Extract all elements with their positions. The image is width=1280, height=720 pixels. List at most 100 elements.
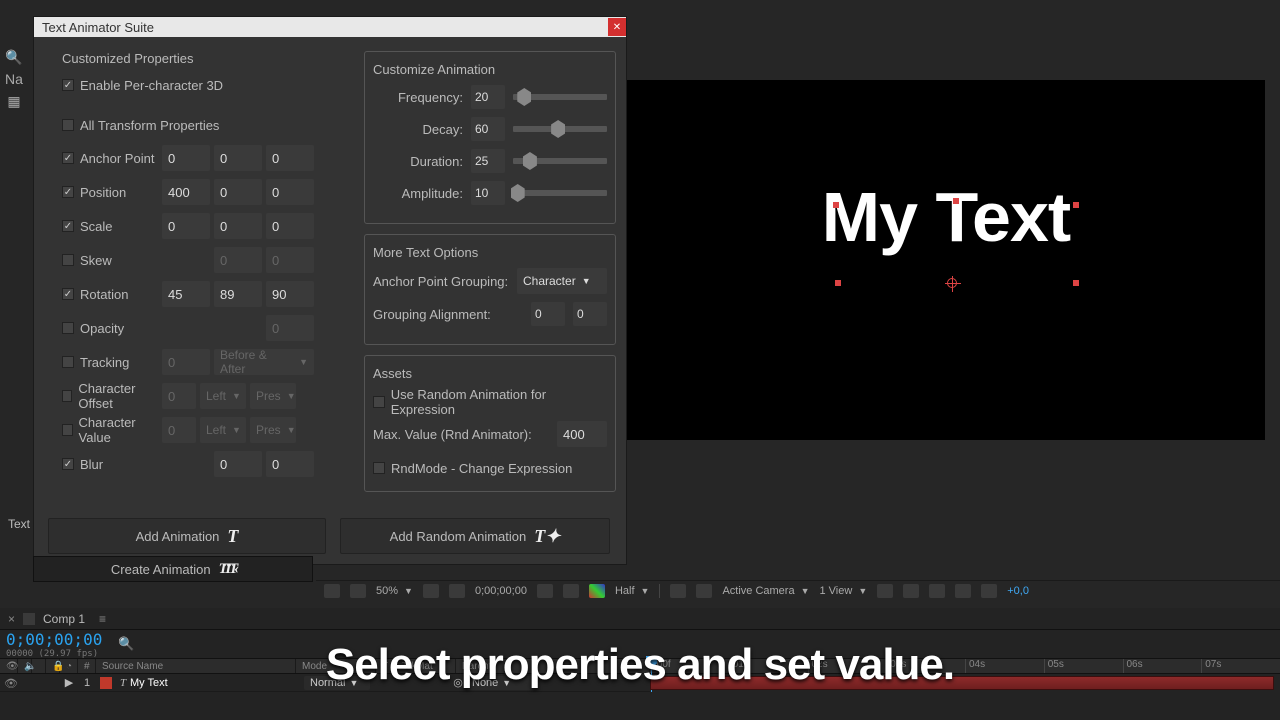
mask-icon[interactable] xyxy=(449,584,465,598)
prop-skew-row: Skew xyxy=(62,246,352,274)
tab-lock-icon[interactable] xyxy=(23,613,35,625)
audio-col-icon: 🔈 xyxy=(18,659,32,673)
charval-sel1[interactable]: Left▼ xyxy=(200,417,246,443)
snapshot-icon[interactable] xyxy=(537,584,553,598)
views-select[interactable]: 1 View▼ xyxy=(820,585,868,597)
amplitude-input[interactable] xyxy=(471,181,505,205)
anchor-y[interactable] xyxy=(214,145,262,171)
tracking-v[interactable] xyxy=(162,349,210,375)
blur-checkbox[interactable] xyxy=(62,458,74,470)
position-checkbox[interactable] xyxy=(62,186,74,198)
eye-icon[interactable]: 👁 xyxy=(4,677,18,689)
alpha-icon[interactable] xyxy=(324,584,340,598)
add-animation-button[interactable]: Add AnimationT xyxy=(48,518,326,554)
twirl-icon[interactable]: ▶ xyxy=(60,676,78,689)
maxval-input[interactable] xyxy=(557,421,607,447)
grouping-align-x[interactable] xyxy=(531,302,565,326)
customized-properties-title: Customized Properties xyxy=(62,51,352,66)
ruler-tick: 06s xyxy=(1123,659,1202,673)
scale-z[interactable] xyxy=(266,213,314,239)
anchor-z[interactable] xyxy=(266,145,314,171)
charval-checkbox[interactable] xyxy=(62,424,73,436)
close-button[interactable]: ✕ xyxy=(608,18,626,36)
display-icon[interactable] xyxy=(350,584,366,598)
duration-slider[interactable] xyxy=(513,158,607,164)
viewer-timecode[interactable]: 0;00;00;00 xyxy=(475,585,527,597)
add-random-animation-button[interactable]: Add Random AnimationT✦ xyxy=(340,518,610,554)
pixel-aspect-icon[interactable] xyxy=(903,584,919,598)
decay-slider[interactable] xyxy=(513,126,607,132)
text-t-icon: T xyxy=(227,526,238,547)
frequency-input[interactable] xyxy=(471,85,505,109)
close-tab-icon[interactable]: × xyxy=(8,612,15,626)
scale-checkbox[interactable] xyxy=(62,220,74,232)
grouping-align-y[interactable] xyxy=(573,302,607,326)
amplitude-slider[interactable] xyxy=(513,190,607,196)
flowchart-icon[interactable] xyxy=(981,584,997,598)
blur-y[interactable] xyxy=(266,451,314,477)
tracking-mode-select[interactable]: Before & After▼ xyxy=(214,349,314,375)
fast-previews-icon[interactable] xyxy=(929,584,945,598)
duration-input[interactable] xyxy=(471,149,505,173)
tab-menu-icon[interactable]: ≡ xyxy=(99,612,106,626)
anchor-grouping-select[interactable]: Character▼ xyxy=(517,268,607,294)
skew-checkbox[interactable] xyxy=(62,254,74,266)
position-z[interactable] xyxy=(266,179,314,205)
search-layers-icon[interactable]: 🔍 xyxy=(118,636,134,652)
skew-1[interactable] xyxy=(214,247,262,273)
enable-3d-checkbox[interactable] xyxy=(62,79,74,91)
opacity-checkbox[interactable] xyxy=(62,322,74,334)
color-mgmt-icon[interactable] xyxy=(589,584,605,598)
anchor-checkbox[interactable] xyxy=(62,152,74,164)
zoom-select[interactable]: 50%▼ xyxy=(376,585,413,597)
channel-icon[interactable] xyxy=(563,584,579,598)
search-icon[interactable]: 🔍 xyxy=(0,46,28,68)
current-timecode[interactable]: 0;00;00;00 xyxy=(6,630,102,649)
charval-v[interactable] xyxy=(162,417,196,443)
charoff-sel2[interactable]: Pres▼ xyxy=(250,383,296,409)
scale-x[interactable] xyxy=(162,213,210,239)
scale-y[interactable] xyxy=(214,213,262,239)
preview-text-layer[interactable]: My Text xyxy=(822,177,1070,257)
layer-name[interactable]: My Text xyxy=(130,677,304,689)
position-x[interactable] xyxy=(162,179,210,205)
comp-tab[interactable]: Comp 1 xyxy=(43,612,85,626)
all-transform-label: All Transform Properties xyxy=(80,118,219,133)
composition-preview[interactable]: My Text xyxy=(627,80,1265,440)
eye-col-icon: 👁 xyxy=(0,659,18,673)
exposure-value[interactable]: +0,0 xyxy=(1007,585,1029,597)
frequency-slider[interactable] xyxy=(513,94,607,100)
tracking-checkbox[interactable] xyxy=(62,356,74,368)
create-animation-button[interactable]: Create Animation TTT‹ xyxy=(33,556,313,582)
rotation-z[interactable] xyxy=(266,281,314,307)
decay-input[interactable] xyxy=(471,117,505,141)
position-y[interactable] xyxy=(214,179,262,205)
anchor-x[interactable] xyxy=(162,145,210,171)
charoff-checkbox[interactable] xyxy=(62,390,72,402)
rotation-y[interactable] xyxy=(214,281,262,307)
blur-x[interactable] xyxy=(214,451,262,477)
charoff-v[interactable] xyxy=(162,383,196,409)
opacity-v[interactable] xyxy=(266,315,314,341)
anchor-point-icon[interactable] xyxy=(947,278,957,288)
rotation-x[interactable] xyxy=(162,281,210,307)
transparency-icon[interactable] xyxy=(696,584,712,598)
camera-select[interactable]: Active Camera▼ xyxy=(722,585,809,597)
grid-icon[interactable] xyxy=(423,584,439,598)
charval-sel2[interactable]: Pres▼ xyxy=(250,417,296,443)
panel-icon[interactable]: ▦ xyxy=(0,90,28,112)
layer-color-chip[interactable] xyxy=(100,677,112,689)
dialog-titlebar: Text Animator Suite ✕ xyxy=(34,17,626,37)
rndmode-checkbox[interactable] xyxy=(373,462,385,474)
all-transform-checkbox[interactable] xyxy=(62,119,74,131)
skew-2[interactable] xyxy=(266,247,314,273)
prop-position-row: Position xyxy=(62,178,352,206)
resolution-select[interactable]: Half▼ xyxy=(615,585,649,597)
roi-icon[interactable] xyxy=(670,584,686,598)
ruler-tick: 07s xyxy=(1201,659,1280,673)
lock-icon[interactable] xyxy=(877,584,893,598)
use-random-checkbox[interactable] xyxy=(373,396,385,408)
charoff-sel1[interactable]: Left▼ xyxy=(200,383,246,409)
rotation-checkbox[interactable] xyxy=(62,288,74,300)
timeline-icon[interactable] xyxy=(955,584,971,598)
